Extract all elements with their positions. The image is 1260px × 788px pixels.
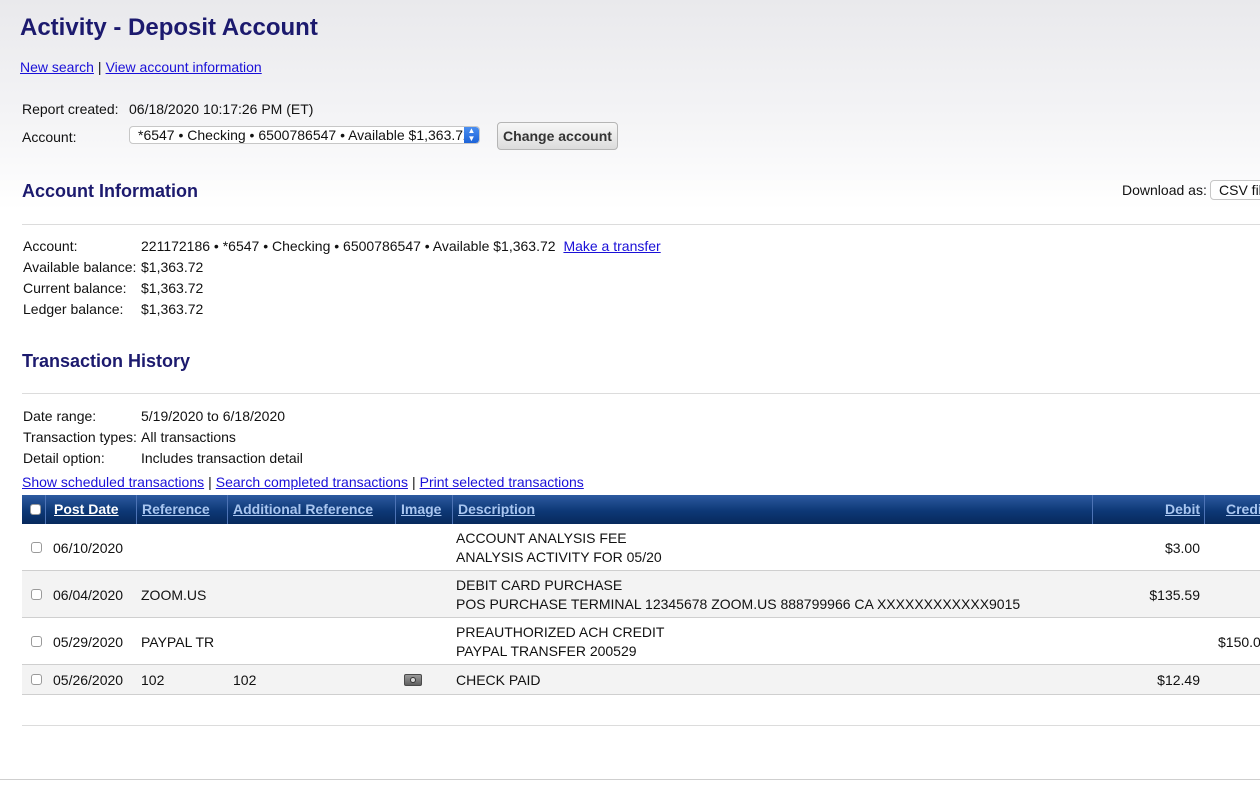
- reference-cell: PAYPAL TR: [141, 634, 215, 650]
- ledger-balance-value: $1,363.72: [141, 301, 204, 317]
- column-divider: [452, 495, 453, 524]
- link-separator: |: [208, 474, 212, 490]
- show-scheduled-link[interactable]: Show scheduled transactions: [22, 474, 204, 490]
- download-format-value: CSV file: [1219, 182, 1260, 198]
- account-value: 221172186 • *6547 • Checking • 650078654…: [141, 238, 661, 254]
- column-divider: [136, 495, 137, 524]
- row-checkbox[interactable]: [31, 589, 42, 600]
- camera-icon[interactable]: [404, 674, 422, 686]
- credit-cell: $150.00: [1218, 634, 1260, 650]
- table-row[interactable]: 05/26/2020 102 102 CHECK PAID $12.49: [22, 665, 1260, 695]
- description-line-1: CHECK PAID: [456, 672, 541, 688]
- detail-option-value: Includes transaction detail: [141, 450, 303, 466]
- available-balance-value: $1,363.72: [141, 259, 204, 275]
- post-date-cell: 06/10/2020: [53, 540, 124, 556]
- description-line-1: ACCOUNT ANALYSIS FEE: [456, 530, 627, 546]
- transaction-history-heading: Transaction History: [22, 351, 191, 371]
- account-label: Account:: [23, 238, 78, 254]
- current-balance-value: $1,363.72: [141, 280, 204, 296]
- top-links: New search | View account information: [20, 59, 262, 75]
- column-description[interactable]: Description: [458, 495, 535, 524]
- transactions-table-header: Post Date Reference Additional Reference…: [22, 495, 1260, 524]
- description-line-2: POS PURCHASE TERMINAL 12345678 ZOOM.US 8…: [456, 596, 1021, 612]
- make-transfer-link[interactable]: Make a transfer: [563, 238, 660, 254]
- column-credit[interactable]: Credit: [1226, 495, 1260, 524]
- column-image[interactable]: Image: [401, 495, 441, 524]
- select-arrows-icon: ▲ ▼: [464, 127, 479, 143]
- download-as-label: Download as:: [1122, 182, 1207, 198]
- post-date-cell: 05/26/2020: [53, 672, 124, 688]
- link-separator: |: [97, 59, 102, 75]
- debit-cell: $3.00: [1164, 540, 1200, 556]
- reference-cell: 102: [141, 672, 165, 688]
- divider: [22, 725, 1260, 726]
- print-selected-link[interactable]: Print selected transactions: [420, 474, 584, 490]
- post-date-cell: 05/29/2020: [53, 634, 124, 650]
- row-checkbox[interactable]: [31, 636, 42, 647]
- page-title: Activity - Deposit Account: [20, 14, 318, 41]
- view-account-info-link[interactable]: View account information: [106, 59, 262, 75]
- transaction-types-value: All transactions: [141, 429, 236, 445]
- date-range-value: 5/19/2020 to 6/18/2020: [141, 408, 286, 424]
- account-value-text: 221172186 • *6547 • Checking • 650078654…: [141, 238, 556, 254]
- description-line-2: ANALYSIS ACTIVITY FOR 05/20: [456, 549, 662, 565]
- column-additional-reference[interactable]: Additional Reference: [233, 495, 373, 524]
- debit-cell: $12.49: [1157, 672, 1200, 688]
- row-checkbox[interactable]: [31, 674, 42, 685]
- column-post-date[interactable]: Post Date: [54, 495, 119, 524]
- history-links: Show scheduled transactions | Search compl…: [22, 474, 584, 490]
- report-created-label: Report created:: [22, 101, 119, 117]
- current-balance-label: Current balance:: [23, 280, 127, 296]
- report-created-value: 06/18/2020 10:17:26 PM (ET): [129, 101, 314, 117]
- table-row[interactable]: 06/04/2020 ZOOM.US DEBIT CARD PURCHASE P…: [22, 571, 1260, 618]
- debit-cell: $135.59: [1149, 587, 1200, 603]
- description-line-1: PREAUTHORIZED ACH CREDIT: [456, 624, 665, 640]
- column-divider: [1092, 495, 1093, 524]
- post-date-cell: 06/04/2020: [53, 587, 124, 603]
- footer-divider: [0, 779, 1260, 780]
- description-line-1: DEBIT CARD PURCHASE: [456, 577, 623, 593]
- ledger-balance-label: Ledger balance:: [23, 301, 124, 317]
- detail-option-label: Detail option:: [23, 450, 105, 466]
- table-row[interactable]: 06/10/2020 ACCOUNT ANALYSIS FEE ANALYSIS…: [22, 524, 1260, 571]
- search-completed-link[interactable]: Search completed transactions: [216, 474, 408, 490]
- account-select-label: Account:: [22, 129, 77, 145]
- link-separator: |: [411, 474, 416, 490]
- account-select[interactable]: *6547 • Checking • 6500786547 • Availabl…: [129, 126, 480, 144]
- transaction-types-label: Transaction types:: [23, 429, 137, 445]
- select-all-checkbox[interactable]: [30, 504, 41, 515]
- column-debit[interactable]: Debit: [1165, 495, 1200, 524]
- account-information-heading: Account Information: [22, 181, 198, 201]
- table-row[interactable]: 05/29/2020 PAYPAL TR PREAUTHORIZED ACH C…: [22, 618, 1260, 665]
- row-checkbox[interactable]: [31, 542, 42, 553]
- column-divider: [45, 495, 46, 524]
- column-divider: [1204, 495, 1205, 524]
- column-divider: [227, 495, 228, 524]
- additional-reference-cell: 102: [233, 672, 257, 688]
- description-line-2: PAYPAL TRANSFER 200529: [456, 643, 637, 659]
- change-account-button[interactable]: Change account: [497, 122, 618, 150]
- available-balance-label: Available balance:: [23, 259, 137, 275]
- date-range-label: Date range:: [23, 408, 97, 424]
- download-format-select[interactable]: CSV file: [1210, 180, 1260, 200]
- new-search-link[interactable]: New search: [20, 59, 94, 75]
- divider: [22, 393, 1260, 394]
- reference-cell: ZOOM.US: [141, 587, 207, 603]
- account-select-value: *6547 • Checking • 6500786547 • Availabl…: [138, 127, 471, 143]
- column-divider: [395, 495, 396, 524]
- column-reference[interactable]: Reference: [142, 495, 210, 524]
- divider: [22, 224, 1260, 225]
